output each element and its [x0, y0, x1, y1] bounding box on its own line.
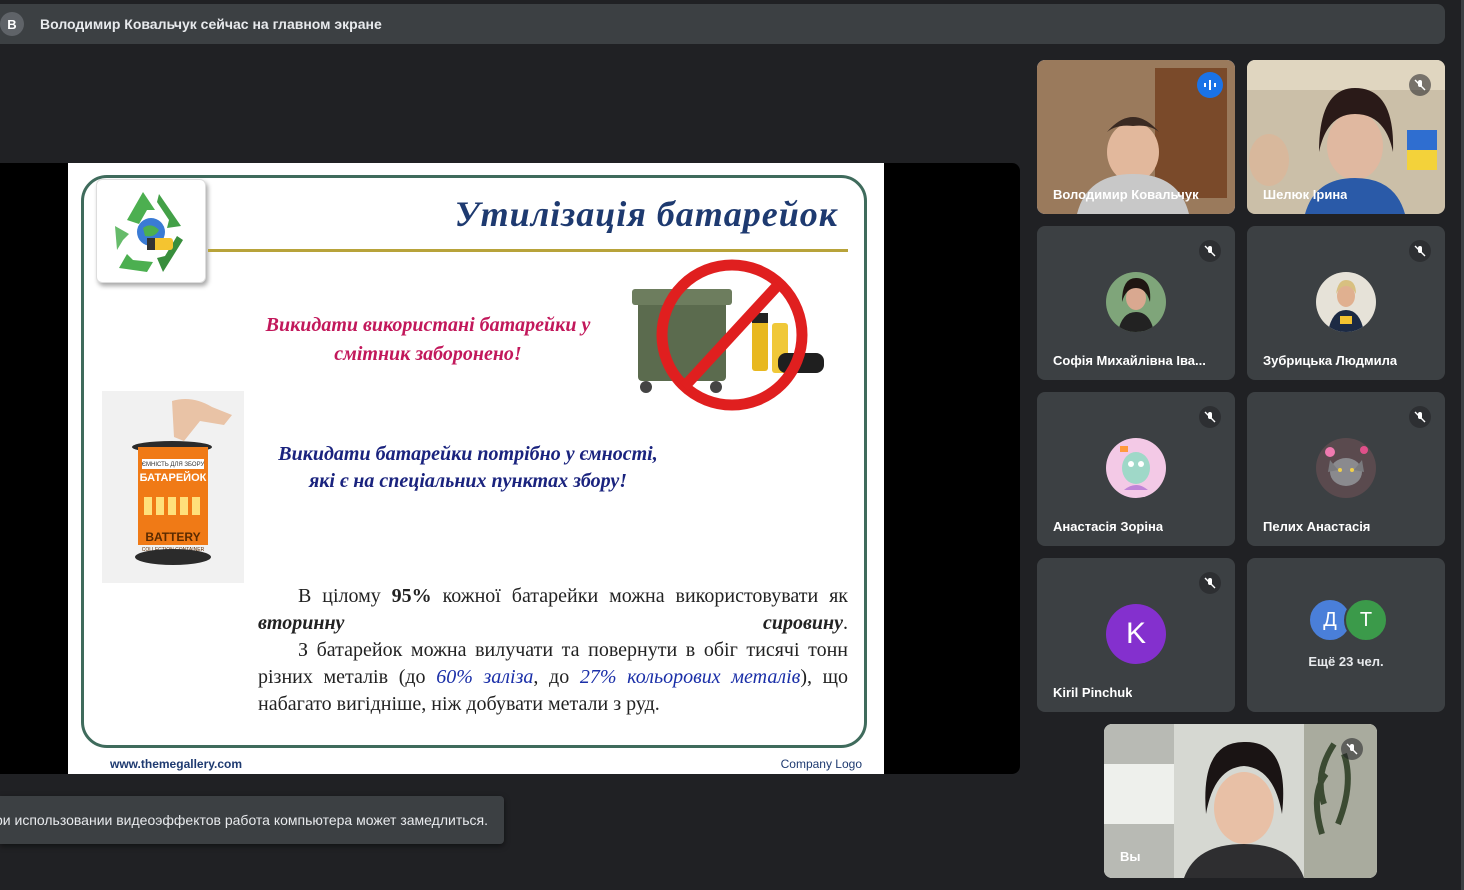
participant-tile[interactable]: Анастасія Зоріна	[1037, 392, 1235, 546]
mic-off-icon	[1409, 240, 1431, 262]
participant-name: Шелюк Ірина	[1263, 187, 1348, 202]
collect-text: Викидати батарейки потрібно у ємності, я…	[278, 443, 658, 492]
slide-body: В цілому 95% кожної батарейки можна вико…	[258, 583, 848, 718]
participant-name: Kiril Pinchuk	[1053, 685, 1133, 700]
mic-off-icon	[1199, 572, 1221, 594]
mic-off-icon	[1199, 240, 1221, 262]
container-brand-label: BATTERY	[145, 530, 200, 544]
participant-tile[interactable]: Пелих Анастасія	[1247, 392, 1445, 546]
mic-off-icon	[1341, 738, 1363, 760]
toast-text: При использовании видеоэффектов работа к…	[0, 812, 488, 828]
participant-tile[interactable]: Софія Михайлівна Іва...	[1037, 226, 1235, 380]
mic-off-icon	[1409, 74, 1431, 96]
participant-name: Володимир Ковальчук	[1053, 187, 1199, 202]
participant-name: Анастасія Зоріна	[1053, 519, 1164, 534]
more-participants-tile[interactable]: Д Т Ещё 23 чел.	[1247, 558, 1445, 712]
recycle-icon	[115, 192, 183, 272]
more-participants-count: Ещё 23 чел.	[1308, 654, 1384, 669]
participant-name: Софія Михайлівна Іва...	[1053, 353, 1206, 368]
participant-avatar: K	[1106, 604, 1166, 664]
participant-avatar	[1106, 438, 1166, 498]
participant-avatar	[1316, 438, 1376, 498]
more-avatar: Т	[1344, 598, 1388, 642]
slide-footer-url: www.themegallery.com	[110, 757, 243, 771]
recycle-logo	[96, 179, 206, 283]
slide-title: Утилізація батарейок	[454, 194, 838, 234]
participant-tile[interactable]: K Kiril Pinchuk	[1037, 558, 1235, 712]
title-rule	[208, 249, 848, 252]
video-effects-toast: При использовании видеоэффектов работа к…	[0, 796, 504, 844]
para2-color-metals: 27% кольорових металів	[579, 666, 801, 688]
mic-off-icon	[1199, 406, 1221, 428]
participant-name: Зубрицька Людмила	[1263, 353, 1398, 368]
presenter-avatar: В	[0, 12, 24, 36]
self-name: Вы	[1120, 849, 1141, 864]
para1-end: .	[843, 612, 848, 634]
battery-container-photo: ЄМНІСТЬ ДЛЯ ЗБОРУ БАТАРЕЙОК BATTERY COLL…	[102, 391, 244, 583]
participant-avatar	[1106, 272, 1166, 332]
self-video	[1104, 724, 1377, 878]
participant-tile[interactable]: Шелюк Ірина	[1247, 60, 1445, 214]
para2-iron: 60% заліза	[436, 666, 534, 688]
mic-off-icon	[1409, 406, 1431, 428]
self-view-tile[interactable]: Вы	[1104, 724, 1377, 878]
para1-start: В цілому	[298, 585, 381, 607]
presenting-banner: В Володимир Ковальчук сейчас на главном …	[0, 4, 1445, 44]
participant-tile[interactable]: Зубрицька Людмила	[1247, 226, 1445, 380]
slide-footer-logo: Company Logo	[780, 757, 862, 771]
presentation-slide: Утилізація батарейок Викидати використан…	[68, 163, 884, 774]
presenting-banner-text: Володимир Ковальчук сейчас на главном эк…	[40, 16, 382, 32]
para1-middle: кожної батарейки можна використовувати я…	[442, 585, 848, 607]
container-main-label: БАТАРЕЙОК	[140, 471, 207, 484]
para1-emphasis: вторинну сировину	[258, 612, 843, 634]
participant-tile[interactable]: Володимир Ковальчук	[1037, 60, 1235, 214]
speaking-indicator-icon	[1197, 72, 1223, 98]
para1-percent: 95%	[391, 585, 432, 607]
participant-name: Пелих Анастасія	[1263, 519, 1371, 534]
participant-avatar	[1316, 272, 1376, 332]
warning-text: Викидати використані батарейки у смітник…	[265, 314, 591, 365]
toast-text-content: При использовании видеоэффектов работа к…	[0, 812, 488, 828]
para2-middle: , до	[533, 666, 570, 688]
no-trash-bin-icon	[632, 259, 824, 411]
container-top-label: ЄМНІСТЬ ДЛЯ ЗБОРУ	[142, 462, 205, 468]
